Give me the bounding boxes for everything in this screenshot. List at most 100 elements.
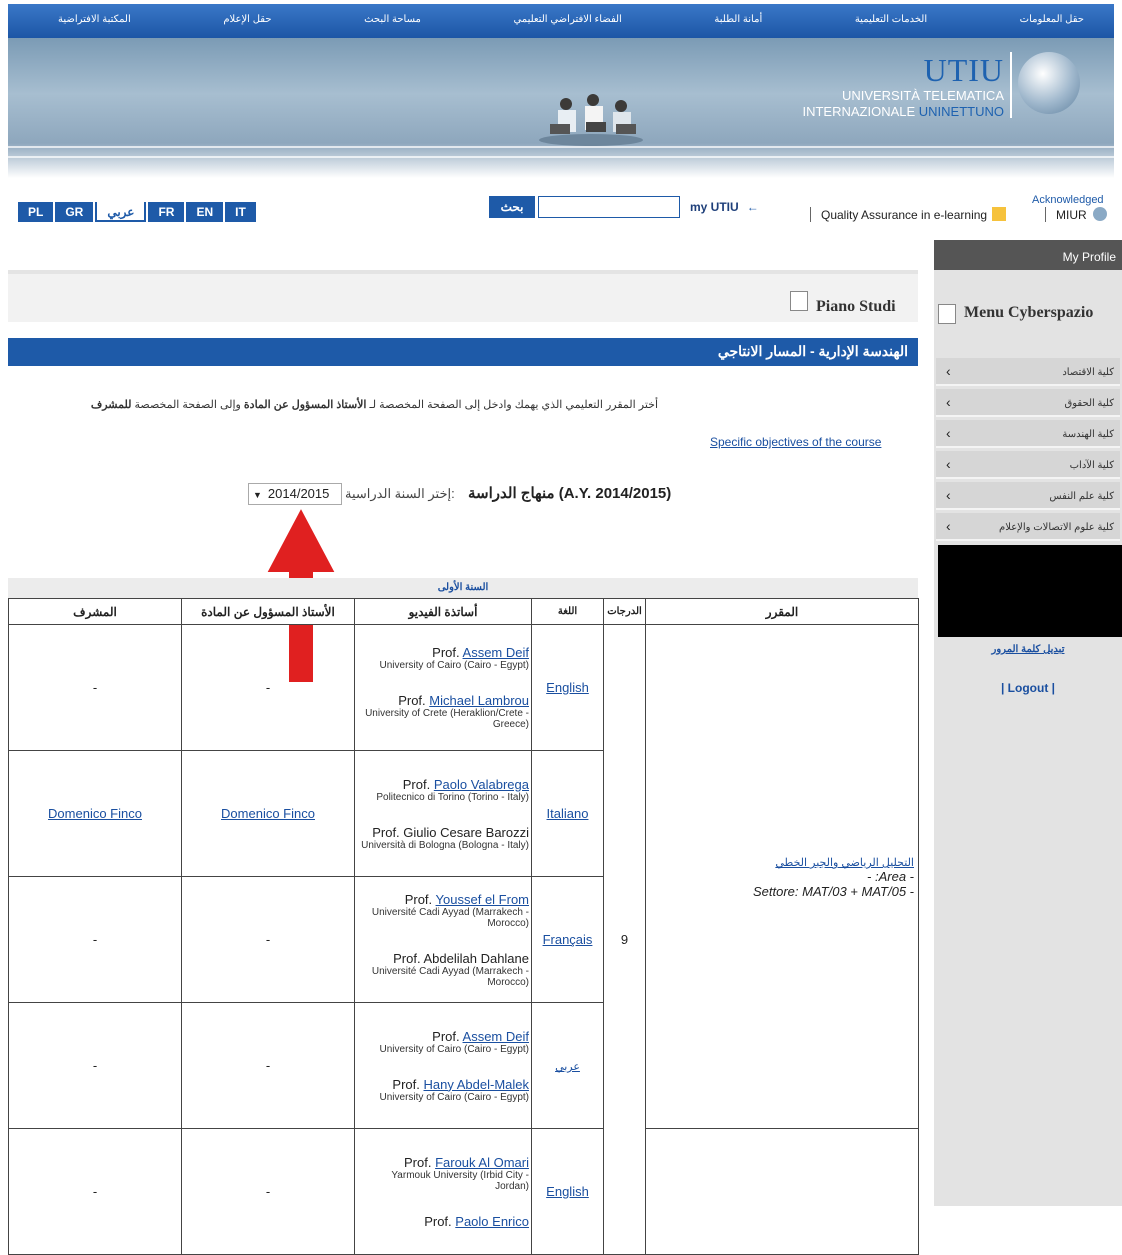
responsible-cell: - [181, 1128, 355, 1255]
prof-university: Politecnico di Torino (Torino - Italy) [376, 791, 529, 803]
sidebar-media-box [938, 545, 1122, 637]
table-header-row: المشرف الأستاذ المسؤول عن المادة أساتذة … [8, 598, 919, 625]
nav-research[interactable]: مساحة البحث [364, 14, 421, 25]
prof-entry: Prof. Michael Lambrou University of Crete… [355, 693, 531, 730]
prof-university: University of Cairo (Cairo - Egypt) [379, 1091, 529, 1103]
prof-entry: Prof. Paolo Enrico [355, 1214, 531, 1229]
responsible-link[interactable]: Domenico Finco [221, 806, 315, 821]
nav-virtual-library[interactable]: المكتبة الافتراضية [58, 14, 131, 25]
video-profs-cell: Prof. Paolo Valabrega Politecnico di Tori… [354, 750, 532, 877]
col-credits: الدرجات [603, 598, 646, 625]
globe-icon [1018, 52, 1080, 114]
lang-ar[interactable]: عربي [95, 202, 147, 222]
prof-link[interactable]: Hany Abdel-Malek [424, 1077, 530, 1092]
language-cell: English [531, 1128, 604, 1255]
change-password-container: تبديل كلمة المرور [934, 644, 1122, 655]
logout-link[interactable]: | Logout | [934, 681, 1122, 695]
sidebar-item-label: كلية علوم الاتصالات والإعلام [999, 522, 1114, 533]
supervisor-cell: - [8, 876, 182, 1003]
prof-entry: Prof. Abdelilah Dahlane Université Cadi A… [355, 951, 531, 988]
chevron-left-icon: ‹ [946, 394, 951, 410]
prof-link[interactable]: Michael Lambrou [429, 693, 529, 708]
prof-link[interactable]: Paolo Valabrega [434, 777, 529, 792]
my-profile-link[interactable]: My Profile [934, 240, 1122, 270]
miur-link[interactable]: MIUR [1045, 207, 1108, 222]
prof-university: Yarmouk University (Irbid City - Jordan) [391, 1169, 529, 1192]
lang-gr[interactable]: GR [55, 202, 94, 222]
lang-it[interactable]: IT [225, 202, 256, 222]
prof-entry: Prof. Youssef el From Université Cadi Ayy… [355, 892, 531, 929]
prof-link[interactable]: Assem Deif [463, 645, 529, 660]
video-profs-cell: Prof. Youssef el From Université Cadi Ayy… [354, 876, 532, 1003]
sidebar-item-economics[interactable]: ‹ كلية الاقتصاد [936, 358, 1120, 386]
chevron-left-icon: ‹ [946, 456, 951, 472]
video-profs-cell: Prof. Assem Deif University of Cairo (Cai… [354, 1002, 532, 1129]
language-link[interactable]: Français [543, 932, 593, 947]
year-header: السنة الأولى [8, 578, 918, 598]
prof-prefix: Prof. [404, 891, 436, 907]
quality-label: Quality Assurance in e-learning [821, 208, 988, 222]
sidebar-item-label: كلية الآداب [1069, 460, 1114, 471]
sidebar-item-law[interactable]: ‹ كلية الحقوق [936, 389, 1120, 417]
language-link[interactable]: English [546, 1184, 589, 1199]
students-illustration [539, 94, 643, 146]
page-title: Piano Studi [816, 298, 896, 315]
supervisor-cell: Domenico Finco [8, 750, 182, 877]
specific-objectives-link[interactable]: Specific objectives of the course [710, 435, 881, 449]
menu-title: Menu Cyberspazio [964, 304, 1094, 321]
prof-entry: Prof. Assem Deif University of Cairo (Cai… [355, 1029, 531, 1055]
nav-student-office[interactable]: أمانة الطلبة [714, 14, 762, 25]
prof-link[interactable]: Paolo Enrico [455, 1214, 529, 1229]
language-cell: Italiano [531, 750, 604, 877]
prof-entry: Prof. Giulio Cesare Barozzi Università di… [355, 825, 531, 851]
search-input[interactable] [538, 196, 680, 218]
prof-prefix: Prof. [432, 1028, 463, 1044]
language-bar: PL GR عربي FR EN IT [18, 202, 258, 222]
logo-line-1: UNIVERSITÀ TELEMATICA [841, 88, 1004, 103]
nav-virtual-space[interactable]: الفضاء الافتراضي التعليمي [513, 14, 621, 25]
course-link[interactable]: التحليل الرياضي والجبر الخطي [775, 857, 914, 869]
top-navigation: حقل المعلومات الخدمات التعليمية أمانة ال… [8, 4, 1114, 38]
nav-info[interactable]: حقل المعلومات [1020, 14, 1084, 25]
col-video-profs: أساتذة الفيديو [354, 598, 532, 625]
sidebar-item-label: كلية الحقوق [1064, 398, 1115, 409]
lang-pl[interactable]: PL [18, 202, 54, 222]
chevron-left-icon: ‹ [946, 425, 951, 441]
arrow-left-icon: ← [746, 200, 759, 214]
sidebar-item-humanities[interactable]: ‹ كلية الآداب [936, 451, 1120, 479]
responsible-cell: - [181, 876, 355, 1003]
chevron-down-icon: ▼ [253, 490, 262, 500]
lang-en[interactable]: EN [186, 202, 224, 222]
prof-link[interactable]: Assem Deif [463, 1029, 529, 1044]
academic-year-select[interactable]: ▼ 2014/2015 [248, 483, 342, 505]
sidebar-item-psychology[interactable]: ‹ كلية علم النفس [936, 482, 1120, 510]
document-icon [790, 291, 808, 311]
chevron-left-icon: ‹ [946, 518, 951, 534]
search-button[interactable]: بحث [489, 196, 535, 218]
nav-media[interactable]: حقل الإعلام [223, 14, 271, 25]
prof-link[interactable]: Farouk Al Omari [435, 1155, 529, 1170]
instruction-bold-responsible: الأستاذ المسؤول عن المادة [243, 399, 367, 411]
course-cell [645, 1128, 919, 1255]
my-utiu-link[interactable]: my UTIU ← [690, 200, 759, 214]
change-password-link[interactable]: تبديل كلمة المرور [992, 644, 1065, 655]
prof-link[interactable]: Youssef el From [436, 892, 529, 907]
nav-educational-services[interactable]: الخدمات التعليمية [855, 14, 927, 25]
instruction-part: أختر المقرر التعليمي الذي يهمك وادخل إلى… [366, 399, 658, 411]
language-link[interactable]: Italiano [547, 806, 589, 821]
sidebar-item-engineering[interactable]: ‹ كلية الهندسة [936, 420, 1120, 448]
lang-fr[interactable]: FR [148, 202, 185, 222]
prof-university: Université Cadi Ayyad (Marrakech - Moroc… [371, 965, 529, 988]
prof-prefix: Prof. [432, 645, 463, 660]
language-link[interactable]: English [546, 680, 589, 695]
course-settore: Settore: MAT/03 + MAT/05 - [753, 884, 914, 899]
sidebar-item-communication[interactable]: ‹ كلية علوم الاتصالات والإعلام [936, 513, 1120, 541]
supervisor-link[interactable]: Domenico Finco [48, 806, 142, 821]
language-link[interactable]: عربي [555, 1061, 580, 1073]
logo-separator [1010, 52, 1012, 118]
quality-assurance-link[interactable]: Quality Assurance in e-learning [810, 207, 1007, 222]
prof-prefix: Prof. Giulio Cesare Barozzi [372, 824, 529, 840]
prof-prefix: Prof. [398, 693, 430, 708]
year-select-value: 2014/2015 [267, 486, 330, 501]
curriculum-title: منهاج الدراسة (A.Y. 2014/2015) [468, 485, 672, 502]
